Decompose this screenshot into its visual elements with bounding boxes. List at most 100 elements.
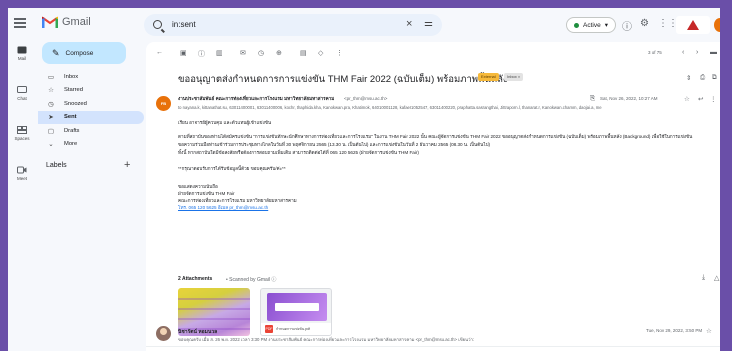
snooze-icon[interactable]: ◷ xyxy=(258,49,264,57)
report-spam-icon[interactable]: ⓘ xyxy=(198,49,205,59)
status-dot-icon xyxy=(574,22,579,28)
attachment-pdf-thumbnail[interactable]: PDF กำหนดการแข่งขัน.pdf xyxy=(260,288,332,336)
rail-meet[interactable]: Meet xyxy=(8,164,36,204)
pagination-count: 3 of 75 xyxy=(648,50,662,55)
pdf-icon: PDF xyxy=(265,325,273,333)
sidebar-item-snoozed[interactable]: ◷ Snoozed xyxy=(38,97,144,111)
back-arrow-icon[interactable]: ← xyxy=(156,49,163,56)
star-icon[interactable]: ☆ xyxy=(684,95,690,103)
message-pane: ← ▣ ⓘ ▥ ✉ ◷ ⊕ ▤ ◇ ⋮ 3 of 75 ‹ › ▬ ขออนุญ… xyxy=(146,42,720,351)
add-task-icon[interactable]: ⊕ xyxy=(276,49,282,57)
menu-icon[interactable] xyxy=(14,18,26,28)
mail-icon xyxy=(17,46,27,54)
rail-spaces[interactable]: Spaces xyxy=(8,124,36,164)
gmail-m-icon xyxy=(42,16,58,28)
compose-label: Compose xyxy=(65,49,94,57)
sender-email: <pr_thm@msu.ac.th> xyxy=(344,96,388,101)
organization-logo[interactable] xyxy=(676,16,710,34)
message-toolbar: ← ▣ ⓘ ▥ ✉ ◷ ⊕ ▤ ◇ ⋮ 3 of 75 ‹ › ▬ xyxy=(146,42,720,64)
brand-logo-icon xyxy=(687,20,699,30)
archive-icon[interactable]: ▣ xyxy=(180,49,187,57)
sidebar-item-more[interactable]: ⌄ More xyxy=(38,138,144,152)
contact-email-link[interactable]: โทร. 065 120 5625 อีเมล pr_thm@msu.ac.th xyxy=(178,205,268,212)
chevron-down-icon: ⌄ xyxy=(48,141,54,149)
older-chevron-icon[interactable]: › xyxy=(696,49,698,56)
status-label: Active xyxy=(583,21,601,29)
search-bar[interactable]: in:sent × ⚌ xyxy=(144,14,442,36)
input-tools-icon[interactable]: ▬ xyxy=(710,49,717,56)
recipients-line[interactable]: to nayana.k, kittanathat.su, 63011400001… xyxy=(178,105,698,110)
delete-icon[interactable]: ▥ xyxy=(216,49,223,57)
account-avatar[interactable] xyxy=(714,18,720,32)
sidebar-item-label: Sent xyxy=(64,114,77,121)
sidebar-item-inbox[interactable]: ▭ Inbox xyxy=(38,70,144,84)
reply-date: Tue, Nov 29, 2022, 3:50 PM xyxy=(646,328,703,333)
sidebar-item-sent[interactable]: ➤ Sent xyxy=(38,110,144,124)
sidebar-item-drafts[interactable]: ▢ Drafts xyxy=(38,124,144,138)
settings-gear-icon[interactable]: ⚙ xyxy=(640,18,649,29)
sidebar-item-label: Inbox xyxy=(64,73,79,80)
star-icon: ☆ xyxy=(48,87,54,95)
reply-sender-name[interactable]: นิชารัตน์ หอมนวล xyxy=(178,328,217,336)
body-line: ขอความร่วมมือท่านเข้าร่วมการประชุมทางไกล… xyxy=(178,142,491,147)
rail-label: Spaces xyxy=(14,136,30,141)
clear-search-icon[interactable]: × xyxy=(406,18,412,30)
rail-chat[interactable]: Chat xyxy=(8,84,36,124)
external-tag: External xyxy=(478,73,499,81)
pdf-footer: PDF กำหนดการแข่งขัน.pdf xyxy=(261,323,331,335)
apps-grid-icon[interactable]: ⋮⋮ xyxy=(658,18,678,29)
sender-name: งานประชาสัมพันธ์ คณะการท่องเที่ยวและการโ… xyxy=(178,96,335,101)
attachments-label: 2 Attachments xyxy=(178,276,213,282)
email-subject: ขออนุญาตส่งกำหนดการการแข่งขัน THM Fair 2… xyxy=(178,74,508,85)
send-icon: ➤ xyxy=(48,114,54,122)
sidebar-item-starred[interactable]: ☆ Starred xyxy=(38,84,144,98)
move-to-icon[interactable]: ▤ xyxy=(300,49,307,57)
more-options-icon[interactable]: ⋮ xyxy=(710,95,717,103)
help-icon[interactable]: ⓘ xyxy=(622,18,632,33)
inbox-tag[interactable]: Inbox × xyxy=(504,73,524,81)
gmail-logo[interactable]: Gmail xyxy=(42,16,91,28)
spaces-icon xyxy=(17,126,27,134)
chevron-down-icon: ▾ xyxy=(604,22,608,29)
add-label-icon[interactable]: + xyxy=(124,159,130,171)
meet-icon xyxy=(17,166,27,174)
pdf-preview xyxy=(267,293,327,321)
body-line: ฝ่ายจัดการแข่งขัน THM Fair xyxy=(178,191,235,196)
attachment-filename: กำหนดการแข่งขัน.pdf xyxy=(276,327,311,331)
search-icon[interactable] xyxy=(153,20,162,29)
sidebar-item-label: Starred xyxy=(64,87,84,94)
open-new-window-icon[interactable]: ⧉ xyxy=(712,74,717,82)
clock-icon: ◷ xyxy=(48,100,54,108)
search-input[interactable]: in:sent xyxy=(172,20,196,29)
label-icon[interactable]: ◇ xyxy=(318,49,323,57)
divider xyxy=(146,346,720,347)
rail-label: Mail xyxy=(17,56,27,61)
body-line: ตามที่สถาบันของท่านได้สมัครแข่งขัน "การแ… xyxy=(178,134,693,139)
expand-icon[interactable]: ⇕ xyxy=(686,74,691,82)
newer-chevron-icon[interactable]: ‹ xyxy=(682,49,684,56)
labels-heading: Labels xyxy=(46,162,67,169)
compose-button[interactable]: ✎ Compose xyxy=(42,42,126,64)
status-dropdown[interactable]: Active ▾ xyxy=(566,17,616,33)
print-icon[interactable]: ⎙ xyxy=(700,74,705,82)
download-all-icon[interactable]: ⤓ xyxy=(702,274,705,282)
rail-mail[interactable]: Mail xyxy=(8,44,36,84)
body-line: ขอแสดงความนับถือ xyxy=(178,184,218,189)
app-name: Gmail xyxy=(62,16,91,28)
body-line: คณะการท่องเที่ยวและการโรงแรม มหาวิทยาลัย… xyxy=(178,198,297,203)
mark-unread-icon[interactable]: ✉ xyxy=(240,49,246,57)
reply-icon[interactable]: ↩ xyxy=(698,95,703,103)
more-options-icon[interactable]: ⋮ xyxy=(336,49,343,57)
reply-sender-avatar xyxy=(156,326,171,341)
star-icon[interactable]: ☆ xyxy=(706,327,712,335)
left-rail: Mail Chat Spaces Meet xyxy=(8,44,36,204)
top-bar: Gmail in:sent × ⚌ Active ▾ ⓘ ⚙ ⋮⋮ xyxy=(8,8,720,42)
sidebar-item-label: More xyxy=(64,141,78,148)
add-to-drive-icon[interactable]: △ xyxy=(714,274,719,282)
sender-avatar: FB xyxy=(156,96,171,111)
search-options-icon[interactable]: ⚌ xyxy=(424,18,433,29)
reply-snippet[interactable]: ขอบคุณครับ เมื่อ ส. 26 พ.ย. 2022 เวลา 3:… xyxy=(178,336,474,343)
draft-icon: ▢ xyxy=(47,127,55,135)
inbox-icon: ▭ xyxy=(47,73,55,81)
rail-label: Meet xyxy=(16,176,27,181)
